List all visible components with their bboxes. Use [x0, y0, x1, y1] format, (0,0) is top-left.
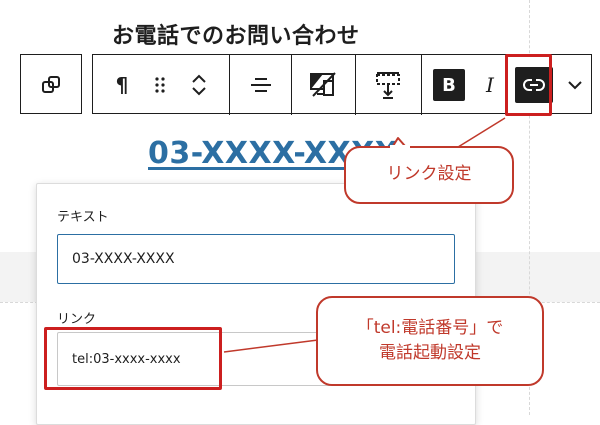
tel-setting-callout: 「tel:電話番号」で 電話起動設定 — [316, 296, 544, 386]
link-setting-callout: リンク設定 — [344, 146, 514, 204]
link-setting-callout-text: リンク設定 — [386, 164, 472, 185]
callout-tail-mask — [390, 145, 410, 149]
tel-callout-line1: 「tel:電話番号」で — [356, 317, 504, 338]
tel-callout-line2: 電話起動設定 — [379, 343, 481, 363]
